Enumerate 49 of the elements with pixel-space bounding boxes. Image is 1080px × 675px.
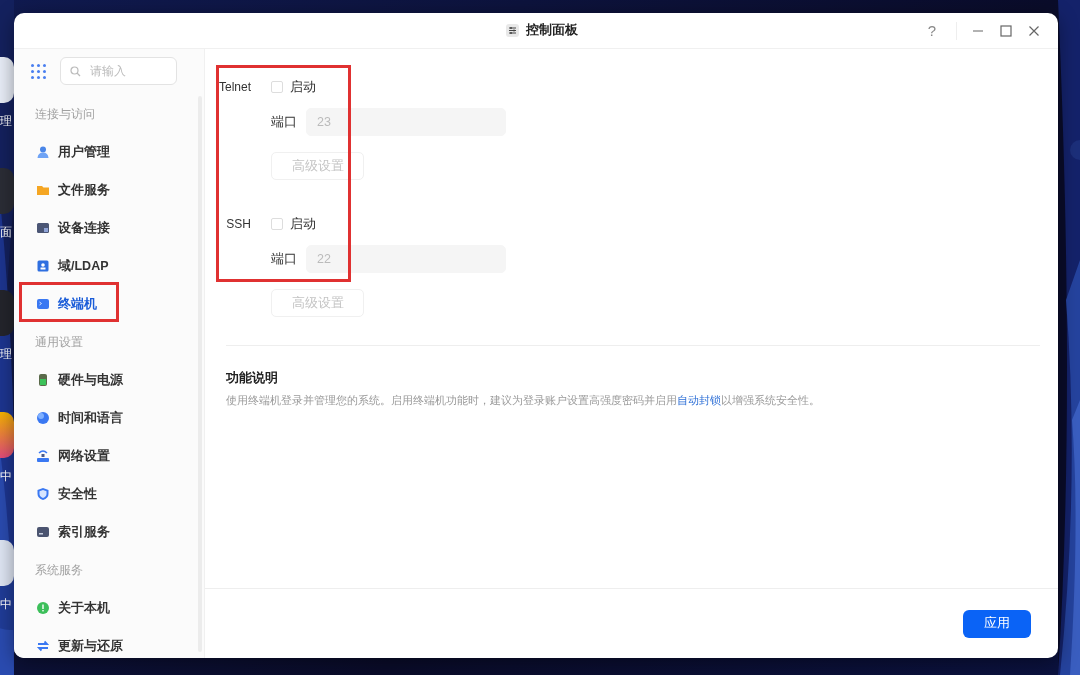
globe-icon <box>36 411 50 425</box>
sidebar-item[interactable]: 更新与还原 <box>58 637 123 655</box>
sidebar-item[interactable]: 安全性 <box>58 485 97 503</box>
network-icon <box>36 449 50 463</box>
auto-lock-link[interactable]: 自动封锁 <box>677 394 721 406</box>
close-icon[interactable] <box>1027 23 1041 38</box>
terminal-icon <box>36 297 50 311</box>
search-icon <box>70 66 81 77</box>
section-header: 连接与访问 <box>35 105 95 123</box>
desktop-icon-label: 面 <box>0 225 12 239</box>
search-field[interactable]: 请输入 <box>60 57 177 85</box>
sidebar-item[interactable]: 终端机 <box>58 295 97 313</box>
apps-grid-icon[interactable] <box>31 63 46 79</box>
checkbox-label: 启动 <box>290 78 316 96</box>
info-icon <box>36 601 50 615</box>
sync-icon <box>36 639 50 653</box>
sidebar-item[interactable]: 设备连接 <box>58 219 110 237</box>
sidebar-item[interactable]: 网络设置 <box>58 447 110 465</box>
battery-icon <box>36 373 50 387</box>
folder-icon <box>36 183 50 197</box>
sidebar-item[interactable]: 索引服务 <box>58 523 110 541</box>
checkbox-label: 启动 <box>290 215 316 233</box>
section-title: 功能说明 <box>226 370 279 387</box>
sidebar-item[interactable]: 用户管理 <box>58 143 110 161</box>
user-icon <box>36 145 50 159</box>
service-name: Telnet <box>218 80 251 94</box>
window-title: 控制面板 <box>526 22 578 39</box>
desktop-icon-label: 理 <box>0 347 12 361</box>
apply-button[interactable]: 应用 <box>963 609 1031 638</box>
sidebar-item[interactable]: 硬件与电源 <box>58 371 123 389</box>
desktop-icon-label: 中 <box>0 597 12 611</box>
sidebar-item[interactable]: 关于本机 <box>58 599 110 617</box>
field-label: 端口 <box>271 113 297 131</box>
desktop-icon-label: 中 <box>0 469 12 483</box>
section-header: 通用设置 <box>35 333 83 351</box>
sidebar-item[interactable]: 文件服务 <box>58 181 110 199</box>
desktop-icon-label: 理 <box>0 114 12 128</box>
shield-icon <box>36 487 50 501</box>
service-name: SSH <box>226 217 251 231</box>
drive-icon <box>36 525 50 539</box>
device-icon <box>36 221 50 235</box>
maximize-icon[interactable] <box>999 23 1013 38</box>
field-label: 端口 <box>271 250 297 268</box>
id-card-icon <box>36 259 50 273</box>
section-header: 系统服务 <box>35 561 83 579</box>
sidebar-item[interactable]: 时间和语言 <box>58 409 123 427</box>
help-button[interactable]: ? <box>921 22 942 39</box>
description-text: 使用终端机登录并管理您的系统。启用终端机功能时，建议为登录账户设置高强度密码并启用自动封锁以增强系统安全性。 <box>226 393 821 408</box>
sidebar-item[interactable]: 域/LDAP <box>58 257 109 275</box>
